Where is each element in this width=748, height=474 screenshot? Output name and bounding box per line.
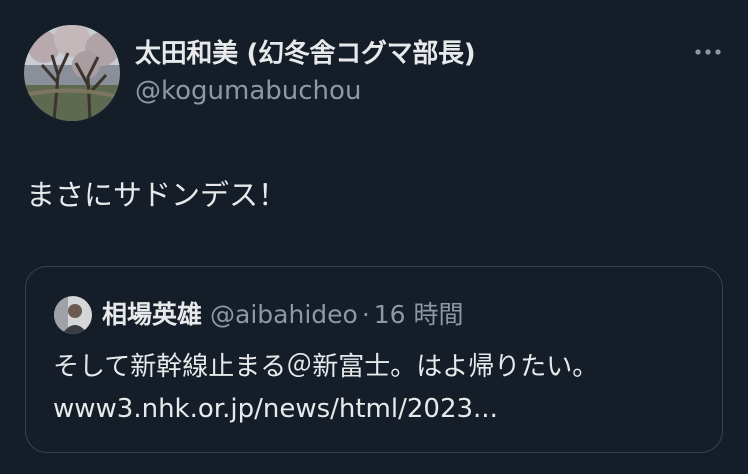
person-avatar-image [54,296,92,334]
author-display-name[interactable]: 太田和美 (幻冬舎コグマ部長) [135,33,476,70]
separator-dot: · [361,300,370,329]
more-options-button[interactable] [688,38,728,66]
quoted-text: そして新幹線止まる＠新富士。はよ帰りたい。 [53,352,599,382]
author-handle[interactable]: @kogumabuchou [135,76,361,106]
more-horizontal-icon [695,49,721,55]
quoted-author-avatar[interactable] [54,296,92,334]
tweet-card: 太田和美 (幻冬舎コグマ部長) @kogumabuchou まさにサドンデス！ … [0,0,748,474]
quoted-tweet[interactable]: 相場英雄 @aibahideo · 16 時間 そして新幹線止まる＠新富士。はよ帰りた… [25,266,723,453]
author-avatar[interactable] [24,25,120,121]
tweet-text: まさにサドンデス！ [26,178,288,212]
quoted-handle[interactable]: @aibahideo [210,300,358,329]
cherry-blossom-avatar-image [24,25,120,121]
quoted-timestamp[interactable]: 16 時間 [374,300,464,329]
quoted-display-name[interactable]: 相場英雄 [102,300,202,329]
quoted-link[interactable]: www3.nhk.or.jp/news/html/2023... [53,391,498,427]
quoted-header: 相場英雄 @aibahideo · 16 時間 [102,298,464,332]
